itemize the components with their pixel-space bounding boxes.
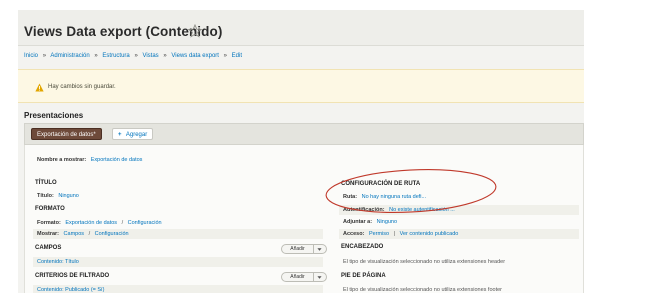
breadcrumb-estructura[interactable]: Estructura	[102, 53, 129, 59]
title-band: Views Data export (Contenido)	[18, 10, 584, 46]
attach-label: Adjuntar a:	[343, 219, 373, 225]
title-heading: TÍTULO	[35, 180, 57, 186]
title-value-link[interactable]: Ninguno	[58, 193, 79, 199]
plus-icon: +	[118, 132, 122, 138]
chevron-down-icon[interactable]	[317, 275, 322, 280]
format-heading: FORMATO	[35, 206, 65, 212]
format-value-link[interactable]: Exportación de datos	[65, 220, 117, 226]
access-label: Acceso:	[343, 231, 365, 237]
add-display-button[interactable]: + Agregar	[112, 128, 154, 140]
fields-item: Contenido: Título	[37, 259, 79, 265]
fields-heading: CAMPOS	[35, 245, 62, 251]
access-permission-link[interactable]: Ver contenido publicado	[400, 231, 459, 237]
add-display-label: Agregar	[125, 132, 148, 138]
warning-icon	[35, 83, 44, 92]
breadcrumb-separator: »	[134, 53, 138, 59]
filters-item: Contenido: Publicado (= Sí)	[37, 287, 104, 293]
footer-text: El tipo de visualización seleccionado no…	[343, 287, 502, 293]
breadcrumb-separator: »	[94, 53, 98, 59]
annotation-ellipse	[325, 169, 497, 213]
display-name-label: Nombre a mostrar:	[37, 157, 87, 163]
filters-add-button[interactable]: Añadir	[281, 272, 327, 282]
display-settings-panel: Nombre a mostrar: Exportación de datos T…	[24, 145, 584, 293]
access-separator: |	[393, 231, 396, 237]
breadcrumb-inicio[interactable]: Inicio	[24, 53, 38, 59]
filters-add-label: Añadir	[282, 273, 314, 281]
display-name-link[interactable]: Exportación de datos	[91, 157, 143, 163]
footer-heading: PIE DE PÁGINA	[341, 273, 386, 279]
header-heading: ENCABEZADO	[341, 244, 384, 250]
breadcrumb-separator: »	[163, 53, 167, 59]
breadcrumb: Inicio » Administración » Estructura » V…	[24, 53, 242, 59]
attach-value-link[interactable]: Ninguno	[377, 219, 398, 225]
header-text-value: El tipo de visualización seleccionado no…	[343, 259, 506, 265]
warning-text: Hay cambios sin guardar.	[48, 84, 116, 90]
breadcrumb-views-data-export[interactable]: Views data export	[171, 53, 219, 59]
link-separator: /	[121, 220, 124, 226]
format-label: Formato:	[37, 220, 61, 226]
footer-text-value: El tipo de visualización seleccionado no…	[343, 287, 502, 293]
breadcrumb-administracion[interactable]: Administración	[50, 53, 89, 59]
show-label: Mostrar:	[37, 231, 60, 237]
access-row: Acceso: Permiso | Ver contenido publicad…	[343, 231, 458, 237]
title-label: Título:	[37, 193, 54, 199]
displays-section-title: Presentaciones	[24, 111, 84, 120]
show-settings-link[interactable]: Configuración	[95, 231, 129, 237]
views-edit-content: Views Data export (Contenido) Inicio » A…	[18, 10, 584, 293]
access-value-link[interactable]: Permiso	[369, 231, 389, 237]
unsaved-changes-warning: Hay cambios sin guardar.	[18, 69, 584, 103]
show-value-link[interactable]: Campos	[64, 231, 84, 237]
filters-heading: CRITERIOS DE FILTRADO	[35, 273, 110, 279]
breadcrumb-separator: »	[42, 53, 47, 59]
attach-row: Adjuntar a: Ninguno	[343, 219, 397, 225]
fields-item-link[interactable]: Contenido: Título	[37, 259, 79, 265]
fields-add-button[interactable]: Añadir	[281, 244, 327, 254]
format-settings-link[interactable]: Configuración	[128, 220, 162, 226]
show-row: Mostrar: Campos / Configuración	[37, 231, 129, 237]
link-separator: /	[88, 231, 91, 237]
display-name-row: Nombre a mostrar: Exportación de datos	[37, 157, 142, 163]
title-row: Título: Ninguno	[37, 193, 79, 199]
tab-exportacion-de-datos[interactable]: Exportación de datos*	[31, 128, 102, 140]
breadcrumb-separator: »	[223, 53, 227, 59]
star-icon[interactable]	[188, 24, 202, 38]
page: Views Data export (Contenido) Inicio » A…	[0, 0, 648, 293]
chevron-down-icon[interactable]	[317, 247, 322, 252]
header-text: El tipo de visualización seleccionado no…	[343, 259, 505, 265]
format-row: Formato: Exportación de datos / Configur…	[37, 220, 162, 226]
displays-tabs-bar: Exportación de datos* + Agregar	[24, 123, 584, 145]
filters-item-link[interactable]: Contenido: Publicado (= Sí)	[37, 287, 104, 293]
breadcrumb-vistas[interactable]: Vistas	[142, 53, 158, 59]
breadcrumb-edit[interactable]: Edit	[232, 53, 242, 59]
fields-add-label: Añadir	[282, 245, 314, 253]
